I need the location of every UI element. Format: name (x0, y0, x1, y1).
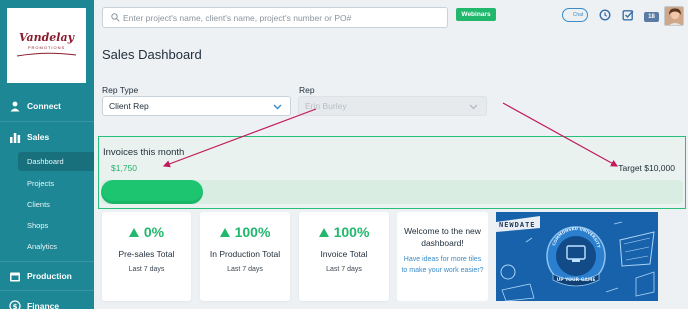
sidebar-divider (0, 290, 94, 291)
invoices-progress-bar (101, 180, 683, 204)
sidebar-item-finance[interactable]: $ Finance (0, 296, 94, 309)
stat-period: Last 7 days (128, 266, 165, 273)
stat-period: Last 7 days (227, 266, 263, 273)
sidebar-item-label: Finance (27, 301, 60, 309)
invoices-panel: Invoices this month $1,750 Target $10,00… (98, 136, 686, 209)
clock-icon[interactable] (599, 9, 611, 21)
feedback-link[interactable]: Have ideas for more tiles to make your w… (400, 255, 485, 276)
rep-value: Erin Burley (305, 101, 347, 111)
stat-title: Invoice Total (320, 249, 368, 259)
promo-graphic: NEWDATE UP YOUR GAME COMMONSKU UNIVERSIT… (496, 212, 658, 301)
search-placeholder: Enter project's name, client's name, pro… (123, 13, 352, 23)
sidebar-item-label: Sales (27, 132, 50, 142)
stat-value-row: 100% (299, 224, 389, 240)
stat-title: In Production Total (209, 249, 281, 259)
rep-type-select[interactable]: Client Rep (102, 96, 291, 116)
invoices-title: Invoices this month (103, 147, 185, 158)
sidebar-item-sales[interactable]: Sales (0, 127, 94, 147)
invoices-progress-fill (101, 180, 203, 204)
stat-percent: 100% (234, 224, 271, 240)
dollar-icon: $ (9, 300, 21, 309)
sidebar-divider (0, 261, 94, 262)
logo-subtext: PROMOTIONS (27, 45, 66, 50)
sidebar-subitem-analytics[interactable]: Analytics (18, 237, 94, 256)
sidebar-subitem-projects[interactable]: Projects (18, 174, 94, 193)
stat-card-presales[interactable]: 0% Pre-sales Total Last 7 days (102, 212, 191, 301)
up-triangle-icon (128, 227, 139, 237)
sidebar-subitem-shops[interactable]: Shops (18, 216, 94, 235)
sidebar-item-production[interactable]: Production (0, 266, 94, 286)
rep-type-value: Client Rep (109, 101, 149, 111)
sidebar-item-connect[interactable]: Connect (0, 96, 94, 116)
company-logo[interactable]: Vandelay PROMOTIONS (7, 8, 86, 83)
logo-swoosh (16, 52, 77, 57)
invoices-target: Target $10,000 (618, 163, 675, 173)
up-triangle-icon (219, 227, 230, 237)
people-icon (9, 100, 21, 112)
promo-ribbon-text: UP YOUR GAME (557, 277, 596, 283)
sidebar-subitem-dashboard[interactable]: Dashboard (18, 152, 94, 171)
sidebar-divider (0, 121, 94, 122)
rep-label: Rep (299, 85, 315, 95)
avatar-image (665, 7, 683, 25)
chat-button[interactable]: Chat (562, 8, 588, 22)
stat-card-invoice[interactable]: 100% Invoice Total Last 7 days (299, 212, 389, 301)
invoices-amount: $1,750 (111, 163, 137, 173)
checkbox-icon[interactable] (622, 9, 634, 21)
svg-text:$: $ (13, 303, 18, 309)
stat-percent: 0% (143, 224, 165, 240)
search-icon (111, 13, 120, 22)
welcome-card: Welcome to the new dashboard! Have ideas… (397, 212, 488, 301)
stat-value-row: 100% (200, 224, 290, 240)
promo-banner-text: NEWDATE (499, 221, 536, 229)
welcome-title: Welcome to the new dashboard! (404, 226, 481, 248)
rep-type-label: Rep Type (102, 85, 139, 95)
up-triangle-icon (318, 227, 329, 237)
stat-percent: 100% (333, 224, 370, 240)
webinars-button[interactable]: Webinars (456, 8, 496, 21)
logo-text: Vandelay (18, 31, 75, 44)
top-bar: Enter project's name, client's name, pro… (94, 0, 688, 36)
sidebar-subitem-clients[interactable]: Clients (18, 195, 94, 214)
sidebar-item-label: Connect (27, 101, 61, 111)
sidebar-item-label: Production (27, 271, 72, 281)
stat-value-row: 0% (102, 224, 191, 240)
promo-banner[interactable]: NEWDATE UP YOUR GAME COMMONSKU UNIVERSIT… (496, 212, 658, 301)
chevron-down-icon (273, 104, 282, 110)
avatar[interactable] (664, 6, 684, 26)
notification-badge[interactable]: 18 (644, 12, 659, 22)
stat-title: Pre-sales Total (118, 249, 175, 259)
sidebar: Vandelay PROMOTIONS Connect Sales Dashbo… (0, 0, 94, 309)
rep-select[interactable]: Erin Burley (298, 96, 487, 116)
stat-card-production[interactable]: 100% In Production Total Last 7 days (200, 212, 290, 301)
page-title: Sales Dashboard (102, 47, 202, 62)
bar-chart-icon (9, 131, 21, 143)
chevron-down-icon (469, 104, 478, 110)
search-input[interactable]: Enter project's name, client's name, pro… (102, 7, 448, 28)
stat-period: Last 7 days (326, 266, 362, 273)
calendar-icon (9, 270, 21, 282)
